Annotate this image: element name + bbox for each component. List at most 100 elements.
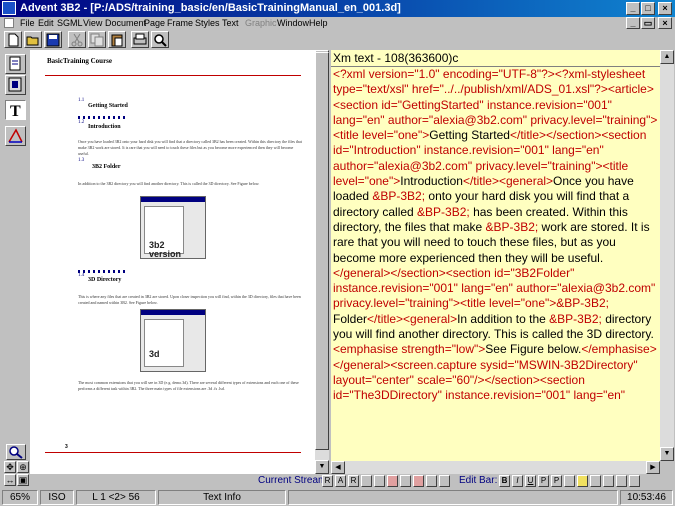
cut-scissors-icon[interactable] — [68, 31, 86, 48]
scroll-down-icon[interactable]: ▼ — [315, 460, 329, 474]
xml-horizontal-scrollbar[interactable]: ◀ ▶ — [331, 461, 660, 474]
menu-bar: File Edit SGML View Document Page Frame … — [0, 17, 675, 29]
xml-markup[interactable]: &BP-3B2; — [372, 189, 425, 203]
cursor-position: L 1 <2> 56 — [76, 490, 156, 505]
menu-text[interactable]: Text — [222, 17, 239, 29]
stream-button[interactable] — [374, 475, 385, 487]
menu-frame[interactable]: Frame — [167, 17, 193, 29]
current-stream-label: Current Stream: — [258, 475, 330, 486]
heading-getting-started: Getting Started — [88, 103, 128, 109]
menu-help[interactable]: Help — [309, 17, 328, 29]
scroll-left-icon[interactable]: ◀ — [331, 461, 345, 474]
close-icon[interactable]: × — [658, 2, 672, 15]
stream-bar: Current Stream: R A R Edit Bar: B I U P … — [30, 474, 675, 489]
text-tool-icon[interactable]: T — [5, 100, 26, 120]
edit-button[interactable]: P — [538, 475, 549, 487]
edit-button[interactable] — [629, 475, 640, 487]
menu-styles[interactable]: Styles — [195, 17, 220, 29]
tag-marker-dots — [78, 116, 128, 119]
frame-tool-icon[interactable] — [5, 75, 26, 95]
xml-markup[interactable]: &BP-3B2; — [486, 220, 539, 234]
stream-button[interactable] — [413, 475, 424, 487]
xml-markup[interactable]: <emphasise strength="low"> — [333, 342, 485, 356]
edit-button[interactable] — [603, 475, 614, 487]
menu-graphic[interactable]: Graphic — [245, 17, 277, 29]
stream-button[interactable] — [426, 475, 437, 487]
doc-minimize-icon[interactable]: _ — [626, 17, 640, 29]
xml-source-text[interactable]: <?xml version="1.0" encoding="UTF-8"?><?… — [333, 67, 658, 404]
page-tool-icon[interactable] — [5, 54, 26, 74]
page-number: 3 — [65, 444, 68, 450]
section-marker: 1.3 — [78, 158, 85, 163]
maximize-icon[interactable]: □ — [641, 2, 655, 15]
edit-button[interactable]: P — [551, 475, 562, 487]
svg-text:T: T — [10, 103, 21, 119]
xml-content[interactable]: Introduction — [400, 174, 463, 188]
mode-indicator: Text Info — [158, 490, 286, 505]
heading-3b2-folder: 3B2 Folder — [92, 164, 121, 170]
xml-markup[interactable]: &BP-3B2; — [556, 296, 609, 310]
edit-button[interactable] — [577, 475, 588, 487]
xml-markup[interactable]: </title><general> — [463, 174, 553, 188]
new-document-icon[interactable] — [4, 31, 22, 48]
open-folder-icon[interactable] — [24, 31, 42, 48]
xml-markup[interactable]: &BP-3B2; — [549, 312, 602, 326]
xml-content[interactable]: Folder — [333, 312, 367, 326]
document-vertical-scrollbar[interactable]: ▲ ▼ — [315, 50, 329, 474]
toolbar — [0, 29, 675, 50]
menu-view[interactable]: View — [83, 17, 102, 29]
minimize-icon[interactable]: _ — [626, 2, 640, 15]
menu-document[interactable]: Document — [105, 17, 146, 29]
bold-button[interactable]: B — [499, 475, 510, 487]
stream-button[interactable] — [361, 475, 372, 487]
move-cross-icon[interactable]: ✥ — [4, 461, 16, 473]
menu-file[interactable]: File — [20, 17, 35, 29]
xml-markup[interactable]: </title><general> — [367, 312, 457, 326]
app-3b2-icon[interactable] — [2, 1, 16, 15]
status-bar: 65% ISO L 1 <2> 56 Text Info 10:53:46 — [0, 489, 675, 506]
status-message — [288, 490, 618, 505]
menu-page[interactable]: Page — [144, 17, 165, 29]
menu-window[interactable]: Window — [277, 17, 309, 29]
document-system-menu-icon[interactable] — [4, 18, 14, 28]
paragraph-extensions: The most common extensions that you will… — [78, 380, 299, 391]
edit-button[interactable] — [590, 475, 601, 487]
xml-text-pane[interactable]: Xm text - 108(363600)c <?xml version="1.… — [331, 50, 660, 461]
graphic-line-tool-icon[interactable] — [5, 126, 26, 146]
copy-icon[interactable] — [88, 31, 106, 48]
underline-button[interactable]: U — [525, 475, 536, 487]
tag-marker-dots — [78, 270, 128, 273]
find-magnifier-icon[interactable] — [151, 31, 169, 48]
menu-edit[interactable]: Edit — [38, 17, 54, 29]
stream-button[interactable] — [439, 475, 450, 487]
page-header: BasicTraining Course — [47, 57, 113, 65]
scroll-thumb[interactable] — [315, 52, 329, 450]
paste-clipboard-icon[interactable] — [108, 31, 126, 48]
edit-button[interactable] — [564, 475, 575, 487]
doc-restore-icon[interactable]: ▭ — [641, 17, 655, 29]
xml-content[interactable]: In addition to the — [457, 312, 549, 326]
doc-close-icon[interactable]: × — [658, 17, 672, 29]
scroll-right-icon[interactable]: ▶ — [646, 461, 660, 474]
fit-width-icon[interactable]: ↔ — [4, 474, 16, 486]
edit-button[interactable] — [616, 475, 627, 487]
zoom-in-icon[interactable]: ⊕ — [17, 461, 29, 473]
italic-button[interactable]: I — [512, 475, 523, 487]
zoom-magnifier-icon[interactable] — [6, 444, 26, 460]
xml-content[interactable]: Getting Started — [429, 128, 510, 142]
xml-content[interactable]: See Figure below. — [485, 342, 581, 356]
scroll-up-icon[interactable]: ▲ — [660, 50, 674, 64]
print-icon[interactable] — [131, 31, 149, 48]
stream-button[interactable] — [400, 475, 411, 487]
xml-vertical-scrollbar[interactable]: ▲ ▼ — [660, 50, 674, 461]
stream-button[interactable]: R — [322, 475, 333, 487]
menu-sgml[interactable]: SGML — [57, 17, 83, 29]
xml-markup[interactable]: &BP-3B2; — [417, 205, 470, 219]
stream-button[interactable] — [387, 475, 398, 487]
scroll-down-icon[interactable]: ▼ — [660, 447, 674, 461]
document-page-view[interactable]: BasicTraining Course 1.1 Getting Started… — [30, 50, 315, 474]
stream-button[interactable]: A — [335, 475, 346, 487]
fit-page-icon[interactable]: ▣ — [17, 474, 29, 486]
stream-button[interactable]: R — [348, 475, 359, 487]
save-disk-icon[interactable] — [44, 31, 62, 48]
